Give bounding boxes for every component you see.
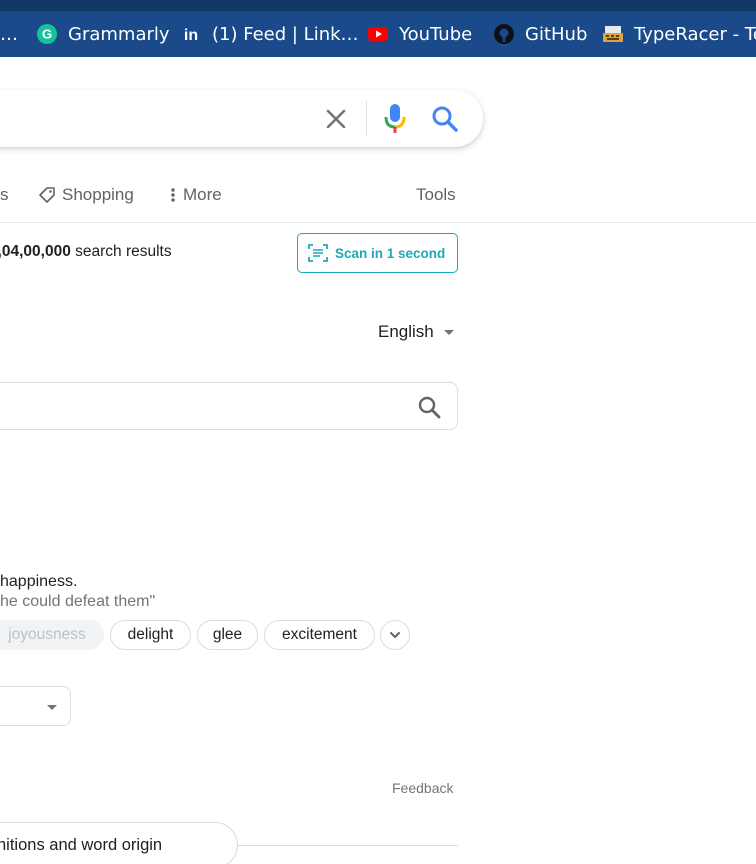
tab-label: Tools	[416, 185, 456, 204]
bookmark-label: Grammarly	[68, 23, 170, 45]
tab-more[interactable]: More	[169, 184, 222, 206]
definitions-pill-label: nitions and word origin	[0, 835, 163, 854]
tab-label: More	[183, 185, 222, 204]
definitions-and-origin-button[interactable]: nitions and word origin	[0, 822, 238, 864]
bookmark-typeracer[interactable]: TypeRacer - Te	[603, 20, 756, 48]
result-stats: g 7,04,00,000 search results	[0, 243, 172, 261]
svg-text:in: in	[184, 27, 198, 44]
linkedin-icon: in	[181, 24, 201, 44]
translation-dropdown[interactable]	[0, 686, 71, 726]
microphone-icon[interactable]	[384, 103, 406, 135]
bookmark-label: GitHub	[525, 23, 588, 45]
bookmarks-bar: … G Grammarly in (1) Feed | Link… YouTub…	[0, 0, 756, 57]
github-icon	[494, 24, 514, 44]
bookmark-label: TypeRacer - Te	[634, 23, 756, 45]
svg-text:G: G	[42, 27, 52, 42]
result-count: 7,04,00,000	[0, 243, 71, 260]
tag-icon	[38, 186, 56, 204]
bookmark-truncated[interactable]: …	[0, 20, 18, 48]
dictionary-search-input[interactable]	[0, 382, 458, 430]
caret-down-icon	[47, 705, 57, 710]
search-box[interactable]	[0, 90, 483, 147]
bookmark-linkedin[interactable]: in (1) Feed | Link…	[181, 20, 359, 48]
bookmark-youtube[interactable]: YouTube	[368, 20, 472, 48]
scan-button-label: Scan in 1 second	[335, 245, 446, 261]
result-stats-suffix: search results	[70, 243, 172, 260]
synonym-chip[interactable]: excitement	[264, 620, 375, 650]
section-divider	[236, 845, 458, 846]
synonym-chip[interactable]: glee	[197, 620, 258, 650]
expand-synonyms-button[interactable]	[380, 620, 410, 650]
tab-tools[interactable]: Tools	[416, 184, 456, 206]
feedback-link[interactable]: Feedback	[392, 780, 453, 796]
more-vert-icon	[169, 186, 177, 204]
tab-label: Shopping	[62, 185, 134, 204]
search-box-divider	[366, 101, 367, 136]
scan-button[interactable]: Scan in 1 second	[297, 233, 458, 273]
bookmark-github[interactable]: GitHub	[494, 20, 587, 48]
example-text: l he could defeat them"	[0, 593, 156, 610]
youtube-icon	[368, 24, 388, 44]
bookmark-label: (1) Feed | Link…	[212, 23, 359, 45]
tabs-divider	[0, 222, 756, 223]
synonym-label: glee	[212, 626, 243, 643]
typeracer-icon	[603, 24, 623, 44]
synonym-label: excitement	[282, 626, 357, 643]
search-icon[interactable]	[430, 104, 460, 134]
language-label: English	[378, 322, 434, 341]
grammarly-icon: G	[37, 24, 57, 44]
search-icon[interactable]	[417, 395, 441, 424]
synonym-label: delight	[127, 626, 174, 643]
clear-icon[interactable]	[323, 106, 349, 132]
tab-shopping[interactable]: Shopping	[38, 184, 134, 206]
synonym-chip[interactable]: delight	[110, 620, 191, 650]
bookmark-label: …	[0, 23, 18, 45]
tab-partial[interactable]: s	[0, 184, 9, 206]
language-selector[interactable]: English	[378, 322, 454, 342]
chevron-down-icon	[390, 632, 400, 638]
caret-down-icon	[443, 329, 454, 335]
scan-icon	[308, 244, 328, 262]
bookmark-grammarly[interactable]: G Grammarly	[37, 20, 170, 48]
synonym-chip[interactable]: joyousness	[0, 620, 104, 650]
window-top-strip	[0, 0, 756, 11]
bookmark-label: YouTube	[399, 23, 473, 45]
definition-text: l happiness.	[0, 573, 78, 590]
tab-label: s	[0, 185, 9, 204]
synonym-label: joyousness	[8, 626, 86, 643]
